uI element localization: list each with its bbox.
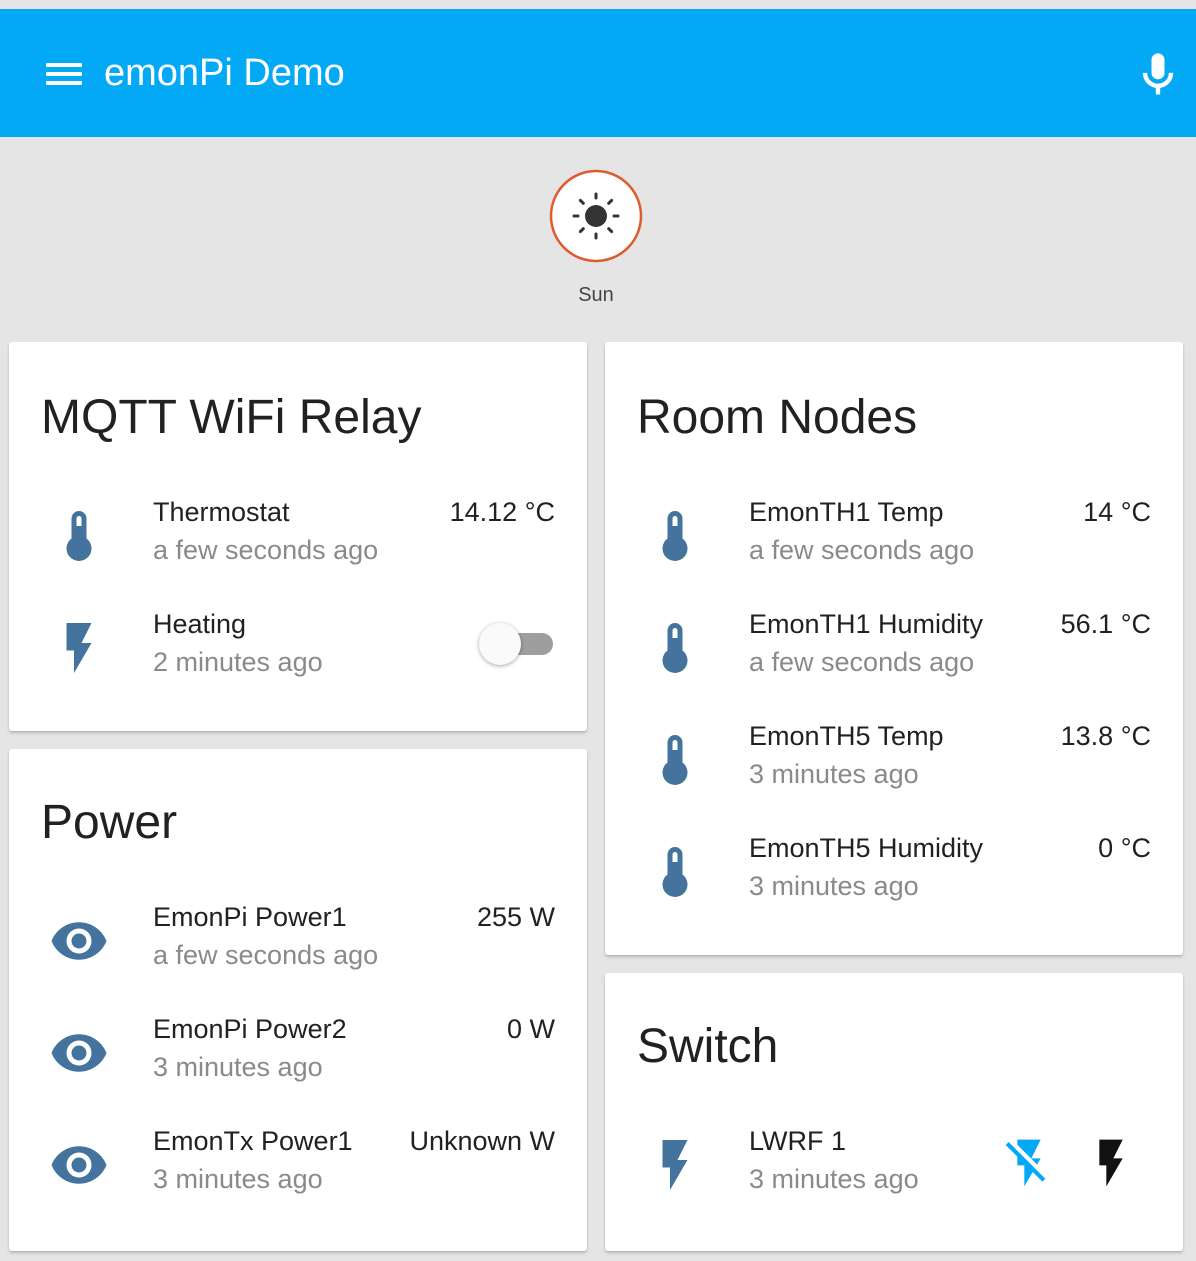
entity-value: Unknown W [409,1126,555,1156]
entity-name: EmonTH5 Temp [749,721,944,751]
entity-timestamp: a few seconds ago [749,647,975,677]
status-strip [0,0,1196,9]
entity-row-emonpi-power2[interactable]: EmonPi Power2 3 minutes ago 0 W [9,1011,587,1111]
entity-timestamp: 3 minutes ago [749,759,919,789]
entity-name: LWRF 1 [749,1126,847,1156]
entity-row-emonpi-power1[interactable]: EmonPi Power1 a few seconds ago 255 W [9,899,587,999]
switch-card: Switch LWRF 1 3 minutes ago [605,973,1183,1251]
entity-row-thermostat[interactable]: Thermostat a few seconds ago 14.12 °C [9,494,587,594]
entity-row-emonth5-temp[interactable]: EmonTH5 Temp 3 minutes ago 13.8 °C [605,718,1183,818]
card-title: Room Nodes [637,391,918,444]
entity-row-emonth1-temp[interactable]: EmonTH1 Temp a few seconds ago 14 °C [605,494,1183,594]
entity-row-emonth1-humidity[interactable]: EmonTH1 Humidity a few seconds ago 56.1 … [605,606,1183,706]
eye-icon [49,1023,109,1083]
entity-name: EmonPi Power1 [153,902,347,932]
entity-value: 255 W [476,902,555,932]
entity-timestamp: a few seconds ago [153,940,379,970]
entity-timestamp: a few seconds ago [153,535,379,565]
entity-value: 0 W [506,1014,555,1044]
heating-toggle[interactable] [479,622,555,666]
room-nodes-card: Room Nodes EmonTH1 Temp a few seconds ag… [605,342,1183,955]
entity-name: EmonTH1 Humidity [749,609,984,639]
entity-row-emonth5-humidity[interactable]: EmonTH5 Humidity 3 minutes ago 0 °C [605,830,1183,930]
sun-badge-label: Sun [578,284,614,306]
entity-name: EmonTH5 Humidity [749,833,984,863]
entity-timestamp: 3 minutes ago [749,871,919,901]
entity-row-heating[interactable]: Heating 2 minutes ago [9,606,587,706]
entity-name: EmonTx Power1 [153,1126,353,1156]
entity-name: Heating [153,609,247,639]
card-title: MQTT WiFi Relay [41,391,422,444]
entity-name: Thermostat [153,497,290,527]
toggle-knob [479,623,521,665]
eye-icon [49,911,109,971]
thermometer-icon [645,618,705,678]
microphone-icon[interactable] [1132,49,1184,101]
entity-value: 0 °C [1098,833,1151,863]
sun-icon [549,169,643,263]
entity-timestamp: a few seconds ago [749,535,975,565]
thermometer-icon [645,730,705,790]
sun-badge[interactable] [549,169,643,263]
power-card: Power EmonPi Power1 a few seconds ago 25… [9,749,587,1251]
menu-icon[interactable] [36,49,92,97]
entity-timestamp: 3 minutes ago [153,1164,323,1194]
entity-timestamp: 3 minutes ago [153,1052,323,1082]
flash-off-icon[interactable] [1001,1135,1057,1191]
flash-on-icon[interactable] [1083,1135,1139,1191]
relay-card: MQTT WiFi Relay Thermostat a few seconds… [9,342,587,731]
entity-name: EmonTH1 Temp [749,497,944,527]
entity-row-emontx-power1[interactable]: EmonTx Power1 3 minutes ago Unknown W [9,1123,587,1223]
entity-timestamp: 2 minutes ago [153,647,323,677]
eye-icon [49,1135,109,1195]
entity-value: 13.8 °C [1060,721,1151,751]
app-header: emonPi Demo [0,9,1196,137]
flash-icon [49,618,109,678]
entity-row-lwrf-1[interactable]: LWRF 1 3 minutes ago [605,1123,1183,1223]
thermometer-icon [645,506,705,566]
thermometer-icon [49,506,109,566]
card-title: Switch [637,1020,779,1073]
thermometer-icon [645,842,705,902]
entity-value: 14.12 °C [449,497,555,527]
flash-icon [645,1135,705,1195]
card-title: Power [41,796,178,849]
page-title: emonPi Demo [104,52,345,94]
entity-name: EmonPi Power2 [153,1014,347,1044]
entity-value: 14 °C [1083,497,1151,527]
entity-timestamp: 3 minutes ago [749,1164,919,1194]
entity-value: 56.1 °C [1060,609,1151,639]
